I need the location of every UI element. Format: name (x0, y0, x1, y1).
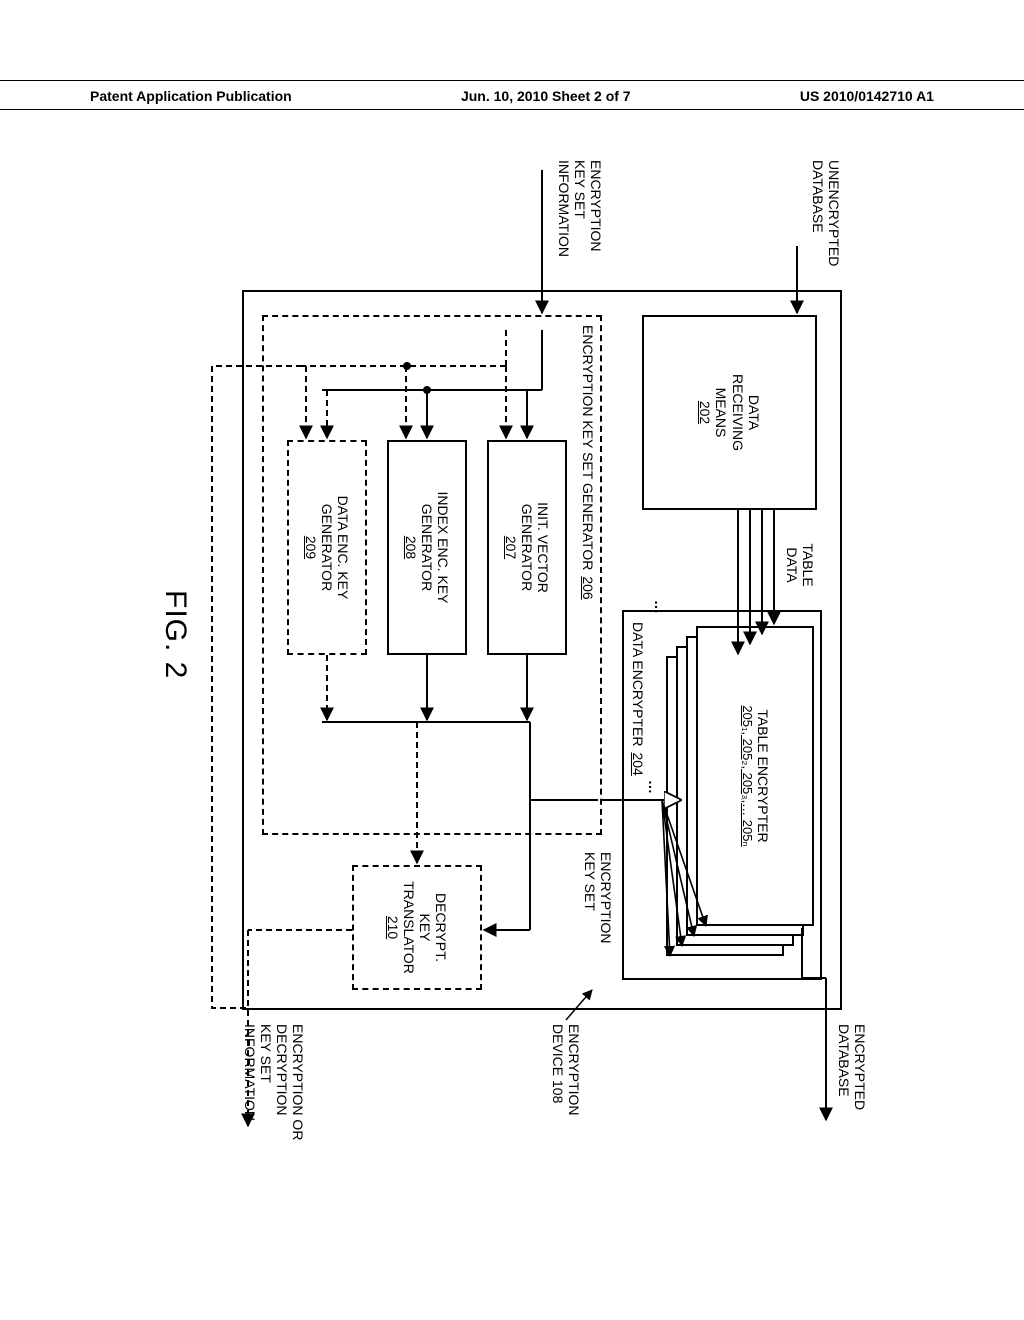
data-receiving-means-ref: 202 (697, 401, 713, 424)
ellipsis-1: … (646, 780, 662, 794)
figure-label: FIG. 2 (158, 590, 192, 679)
header-left: Patent Application Publication (90, 88, 292, 104)
index-key-generator-ref: 208 (403, 536, 419, 559)
data-encrypter-title: DATA ENCRYPTER (630, 622, 646, 746)
data-receiving-means-title: DATARECEIVINGMEANS (713, 374, 761, 451)
decrypt-key-translator-ref: 210 (385, 916, 401, 939)
index-key-generator-box: INDEX ENC. KEYGENERATOR 208 (387, 440, 467, 655)
ellipsis-2: … (652, 600, 668, 614)
encryption-device-label: ENCRYPTIONDEVICE 108 (550, 1024, 582, 1154)
figure-stage: UNENCRYPTEDDATABASE ENCRYPTIONKEY SETINF… (112, 160, 912, 1260)
unencrypted-database-label: UNENCRYPTEDDATABASE (810, 160, 842, 280)
init-vector-generator-title: INIT. VECTORGENERATOR (519, 502, 551, 593)
data-key-generator-box: DATA ENC. KEYGENERATOR 209 (287, 440, 367, 655)
data-receiving-means-box: DATARECEIVINGMEANS 202 (642, 315, 817, 510)
decrypt-key-translator-box: DECRYPT.KEYTRANSLATOR 210 (352, 865, 482, 990)
encryption-keyset-info-label: ENCRYPTIONKEY SETINFORMATION (556, 160, 604, 280)
keyset-generator-ref: 206 (580, 576, 596, 599)
table-data-label: TABLEDATA (784, 530, 816, 600)
decrypt-key-translator-title: DECRYPT.KEYTRANSLATOR (401, 881, 449, 974)
index-key-generator-title: INDEX ENC. KEYGENERATOR (419, 491, 451, 603)
table-encrypter-title: TABLE ENCRYPTER (754, 709, 770, 842)
table-encrypter-refs: 205₁, 205₂, 205₃,… 205ₙ (739, 705, 754, 846)
diagram: UNENCRYPTEDDATABASE ENCRYPTIONKEY SETINF… (0, 160, 912, 960)
encrypted-database-label: ENCRYPTEDDATABASE (836, 1024, 868, 1154)
init-vector-generator-box: INIT. VECTORGENERATOR 207 (487, 440, 567, 655)
data-key-generator-title: DATA ENC. KEYGENERATOR (319, 496, 351, 600)
keyset-generator-title: ENCRYPTION KEY SET GENERATOR (580, 325, 596, 570)
encryption-key-set-label: ENCRYPTIONKEY SET (582, 852, 614, 962)
table-encrypter-box: TABLE ENCRYPTER 205₁, 205₂, 205₃,… 205ₙ (696, 626, 814, 926)
header-right: US 2010/0142710 A1 (800, 88, 934, 104)
init-vector-generator-ref: 207 (503, 536, 519, 559)
page-header: Patent Application Publication Jun. 10, … (0, 80, 1024, 110)
header-center: Jun. 10, 2010 Sheet 2 of 7 (461, 88, 631, 104)
data-key-generator-ref: 209 (303, 536, 319, 559)
data-encrypter-ref: 204 (630, 752, 646, 775)
output-keyset-info-label: ENCRYPTION ORDECRYPTIONKEY SETINFORMATIO… (242, 1024, 306, 1164)
